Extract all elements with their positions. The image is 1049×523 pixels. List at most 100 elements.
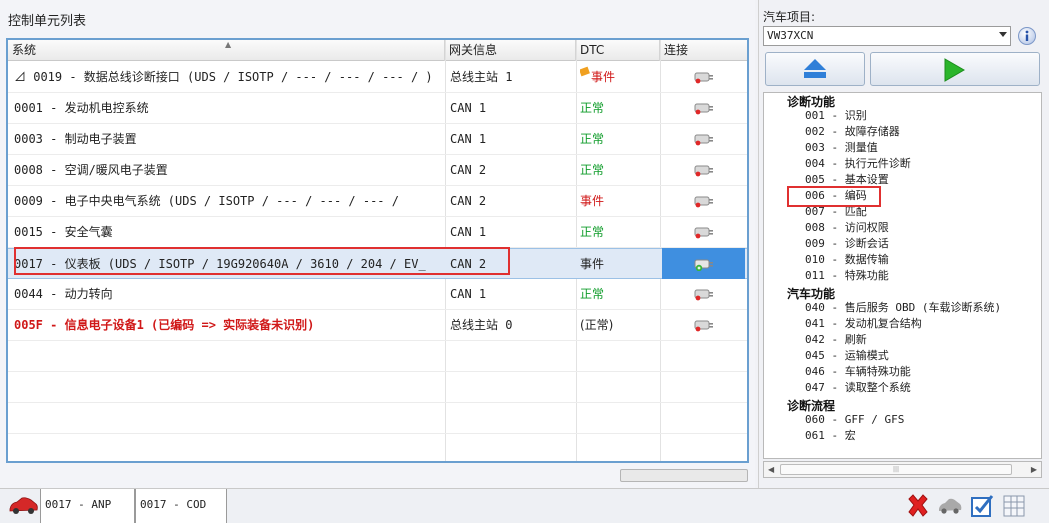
- tab-0017-anp[interactable]: 0017 - ANP: [40, 489, 135, 523]
- gateway-info: CAN 1: [450, 132, 487, 146]
- function-item[interactable]: 041 - 发动机复合结构: [805, 317, 922, 331]
- dtc-text: 事件: [580, 257, 605, 271]
- connect-button[interactable]: [662, 310, 747, 340]
- function-item[interactable]: 005 - 基本设置: [805, 173, 889, 187]
- plug-icon: [694, 134, 713, 146]
- bottom-bar: 0017 - ANP 0017 - COD: [0, 488, 1049, 523]
- project-select-value: VW37XCN: [767, 29, 814, 42]
- dtc-status: 事件: [580, 249, 660, 279]
- table-row[interactable]: 0003 - 制动电子装置 CAN 1 正常: [8, 124, 747, 155]
- function-item[interactable]: 040 - 售后服务 OBD (车载诊断系统): [805, 301, 1001, 315]
- function-item[interactable]: 006 - 编码: [805, 189, 867, 203]
- column-header-connection[interactable]: 连接: [660, 40, 747, 61]
- dtc-text: 正常: [580, 163, 605, 177]
- system-name: ⊿ 0019 - 数据总线诊断接口 (UDS / ISOTP / --- / -…: [14, 70, 433, 84]
- scrollbar-thumb[interactable]: |||: [780, 464, 1012, 475]
- dtc-text: (正常): [580, 318, 614, 332]
- column-header-gateway[interactable]: 网关信息: [445, 40, 576, 61]
- function-tree: 诊断功能 001 - 识别 002 - 故障存储器 003 - 测量值 004 - 执行…: [763, 92, 1042, 459]
- function-item[interactable]: 042 - 刷新: [805, 333, 867, 347]
- system-name: 0017 - 仪表板 (UDS / ISOTP / 19G920640A / 3…: [14, 257, 426, 271]
- dtc-status: 事件: [580, 186, 660, 216]
- delete-x-icon[interactable]: [905, 493, 931, 519]
- table-row[interactable]: 0044 - 动力转向 CAN 1 正常: [8, 279, 747, 310]
- connect-button[interactable]: [662, 279, 747, 309]
- plug-icon: [694, 227, 713, 239]
- empty-row: [8, 341, 747, 372]
- function-item[interactable]: 046 - 车辆特殊功能: [805, 365, 911, 379]
- flag-icon: [580, 66, 590, 77]
- table-header: 系统 ▲ 网关信息 DTC 连接: [8, 40, 747, 61]
- function-item[interactable]: 045 - 运输模式: [805, 349, 889, 363]
- connect-button[interactable]: [662, 93, 747, 123]
- table-row[interactable]: 0008 - 空调/暖风电子装置 CAN 2 正常: [8, 155, 747, 186]
- dtc-status: 正常: [580, 93, 660, 123]
- dtc-status: 正常: [580, 217, 660, 247]
- panel-title: 控制单元列表: [8, 14, 87, 29]
- function-panel: 汽车项目: VW37XCN 诊断功能 001 - 识别 002 - 故障存储器 003…: [758, 0, 1049, 488]
- function-item[interactable]: 061 - 宏: [805, 429, 856, 443]
- plug-icon: [694, 196, 713, 208]
- system-name: 0044 - 动力转向: [14, 287, 113, 301]
- dtc-status: (正常): [580, 310, 660, 340]
- connect-button[interactable]: [662, 186, 747, 216]
- connect-button[interactable]: [662, 217, 747, 247]
- function-item[interactable]: 004 - 执行元件诊断: [805, 157, 911, 171]
- eject-button[interactable]: [765, 52, 865, 86]
- scroll-right-icon[interactable]: ▶: [1031, 465, 1037, 474]
- function-item[interactable]: 002 - 故障存储器: [805, 125, 900, 139]
- table-row[interactable]: 0017 - 仪表板 (UDS / ISOTP / 19G920640A / 3…: [8, 248, 747, 279]
- checkbox-icon[interactable]: [969, 493, 995, 519]
- plug-icon: [694, 289, 713, 301]
- system-name: 0001 - 发动机电控系统: [14, 101, 149, 115]
- column-header-dtc[interactable]: DTC: [576, 40, 660, 61]
- project-select[interactable]: VW37XCN: [763, 26, 1011, 46]
- connect-button[interactable]: [662, 62, 747, 92]
- start-button[interactable]: [870, 52, 1040, 86]
- connect-button[interactable]: [662, 249, 747, 279]
- table-row[interactable]: 0001 - 发动机电控系统 CAN 1 正常: [8, 93, 747, 124]
- function-item[interactable]: 047 - 读取整个系统: [805, 381, 911, 395]
- tab-0017-cod[interactable]: 0017 - COD: [135, 489, 227, 523]
- plug-icon: [694, 72, 713, 84]
- grid-icon[interactable]: [1001, 493, 1027, 519]
- function-item[interactable]: 060 - GFF / GFS: [805, 413, 904, 427]
- table-row[interactable]: 005F - 信息电子设备1 (已编码 => 实际装备未识别) 总线主站 0 (正常…: [8, 310, 747, 341]
- gateway-info: 总线主站 0: [450, 318, 513, 332]
- gateway-info: CAN 1: [450, 225, 487, 239]
- system-name: 0008 - 空调/暖风电子装置: [14, 163, 168, 177]
- dtc-status: 正常: [580, 279, 660, 309]
- plug-icon: [694, 165, 713, 177]
- table-row[interactable]: 0015 - 安全气囊 CAN 1 正常: [8, 217, 747, 248]
- gateway-info: 总线主站 1: [450, 70, 513, 84]
- gateway-info: CAN 1: [450, 287, 487, 301]
- function-tree-scrollbar[interactable]: ◀ ||| ▶: [763, 461, 1042, 478]
- control-unit-table: 系统 ▲ 网关信息 DTC 连接 ⊿ 0019 - 数据总线诊断接口 (UDS …: [6, 38, 749, 463]
- plug-icon: [694, 320, 713, 332]
- function-item[interactable]: 008 - 访问权限: [805, 221, 889, 235]
- connect-button[interactable]: [662, 155, 747, 185]
- gateway-info: CAN 2: [450, 257, 487, 271]
- function-item[interactable]: 011 - 特殊功能: [805, 269, 889, 283]
- dtc-text: 正常: [580, 225, 605, 239]
- table-row[interactable]: 0009 - 电子中央电气系统 (UDS / ISOTP / --- / ---…: [8, 186, 747, 217]
- empty-row: [8, 372, 747, 403]
- dtc-text: 事件: [580, 194, 605, 208]
- table-row[interactable]: ⊿ 0019 - 数据总线诊断接口 (UDS / ISOTP / --- / -…: [8, 62, 747, 93]
- function-item[interactable]: 003 - 测量值: [805, 141, 878, 155]
- function-item[interactable]: 010 - 数据传输: [805, 253, 889, 267]
- dtc-status: 事件: [580, 62, 660, 92]
- function-item[interactable]: 001 - 识别: [805, 109, 867, 123]
- function-item[interactable]: 007 - 匹配: [805, 205, 867, 219]
- function-item[interactable]: 009 - 诊断会话: [805, 237, 889, 251]
- info-icon[interactable]: [1017, 26, 1037, 46]
- play-icon: [944, 58, 965, 82]
- connect-button[interactable]: [662, 124, 747, 154]
- empty-row: [8, 434, 747, 461]
- horizontal-scrollbar[interactable]: [620, 469, 748, 482]
- car-icon[interactable]: [6, 491, 40, 521]
- scroll-left-icon[interactable]: ◀: [768, 465, 774, 474]
- plug-icon: [694, 103, 713, 115]
- car-gray-icon[interactable]: [937, 493, 963, 519]
- eject-icon: [804, 59, 826, 78]
